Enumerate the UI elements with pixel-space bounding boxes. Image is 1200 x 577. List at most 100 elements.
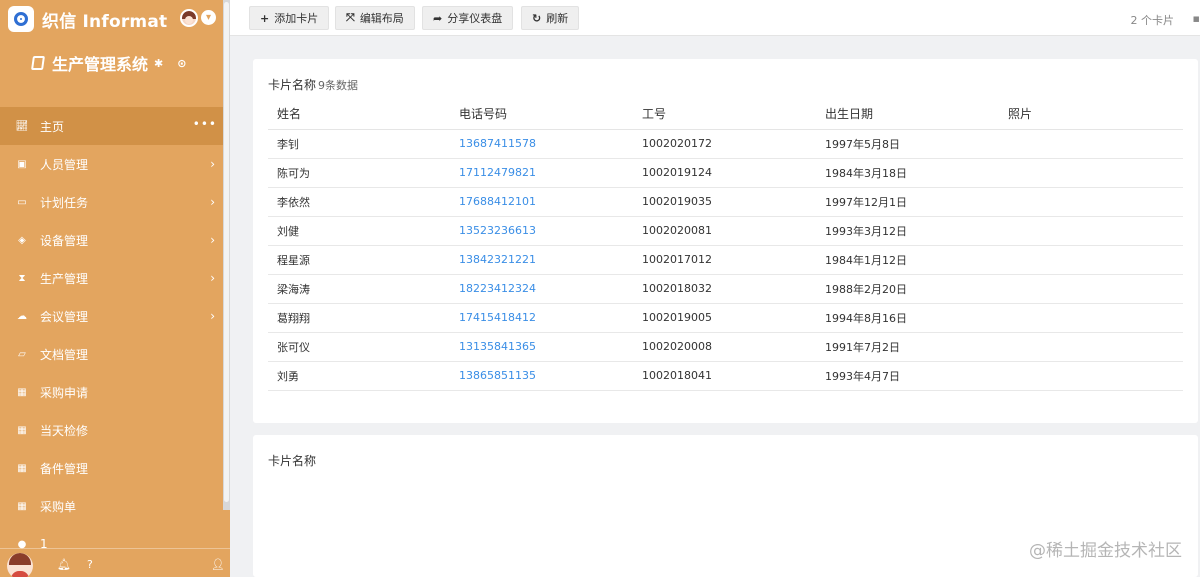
help-icon[interactable]: ?: [87, 558, 93, 571]
cell-photo: [999, 245, 1183, 275]
brand[interactable]: 织信 Informat: [8, 6, 167, 32]
sidebar-item[interactable]: ☁ 会议管理 ›: [0, 297, 223, 335]
table-row[interactable]: 梁海涛 18223412324 1002018032 1988年2月20日: [268, 274, 1183, 304]
table-row[interactable]: 程星源 13842321221 1002017012 1984年1月12日: [268, 245, 1183, 275]
sidebar-scrollbar[interactable]: [223, 0, 230, 510]
table-row[interactable]: 李钊 13687411578 1002020172 1997年5月8日: [268, 129, 1183, 159]
sidebar-item[interactable]: ▱ 文档管理: [0, 335, 223, 373]
sidebar-item[interactable]: 📈︎ 主页 •••: [0, 107, 223, 145]
chevron-right-icon[interactable]: ›: [210, 233, 215, 247]
cell-employee-id: 1002020081: [633, 216, 816, 246]
chevron-right-icon[interactable]: ›: [210, 309, 215, 323]
table-row[interactable]: 张可仪 13135841365 1002020008 1991年7月2日: [268, 332, 1183, 362]
table-row[interactable]: 李依然 17688412101 1002019035 1997年12月1日: [268, 187, 1183, 217]
sidebar-item-label: 人员管理: [40, 157, 89, 172]
cell-name: 刘健: [268, 216, 450, 246]
sidebar-item[interactable]: ▭ 计划任务 ›: [0, 183, 223, 221]
gear-icon[interactable]: ✱: [154, 57, 163, 70]
system-title[interactable]: 生产管理系统 ✱ ⊙: [31, 51, 186, 75]
cell-photo: [999, 129, 1183, 159]
cell-phone-link[interactable]: 13523236613: [450, 216, 633, 246]
sidebar-item-label: 备件管理: [40, 461, 89, 476]
brand-logo-icon: [8, 6, 34, 32]
column-header[interactable]: 照片: [999, 98, 1183, 130]
edit-layout-button[interactable]: ⤧ 编辑布局: [335, 6, 415, 30]
cell-name: 葛翔翔: [268, 303, 450, 333]
cell-phone-link[interactable]: 13135841365: [450, 332, 633, 362]
cell-birth-date: 1997年12月1日: [816, 187, 999, 217]
add-card-label: 添加卡片: [274, 12, 319, 25]
sidebar-item-label: 计划任务: [40, 195, 89, 210]
sidebar-item-label: 主页: [40, 119, 65, 134]
sidebar: 织信 Informat ▾ 生产管理系统 ✱ ⊙ 📈︎ 主页 ••• ▣ 人员管理 › ▭ 计…: [0, 0, 230, 577]
share-dashboard-button[interactable]: ➦ 分享仪表盘: [422, 6, 514, 30]
cell-name: 刘勇: [268, 361, 450, 391]
add-card-button[interactable]: + 添加卡片: [249, 6, 330, 30]
cell-name: 张可仪: [268, 332, 450, 362]
folder-open-icon: ▱: [18, 348, 26, 360]
cell-phone-link[interactable]: 13865851135: [450, 361, 633, 391]
cell-photo: [999, 303, 1183, 333]
cell-phone-link[interactable]: 13842321221: [450, 245, 633, 275]
refresh-icon: ↻: [532, 11, 542, 25]
profile-avatar[interactable]: [7, 553, 33, 577]
cell-birth-date: 1984年3月18日: [816, 158, 999, 188]
download-icon[interactable]: ▾: [201, 10, 216, 25]
data-table: 姓名 电话号码 工号 出生日期 照片 李钊 13687411578 10020201…: [268, 98, 1183, 391]
comment-icon[interactable]: ▪: [1193, 12, 1200, 25]
sidebar-item[interactable]: ▦ 备件管理: [0, 449, 223, 487]
cell-phone-link[interactable]: 17112479821: [450, 158, 633, 188]
cell-photo: [999, 332, 1183, 362]
table-row[interactable]: 葛翔翔 17415418412 1002019005 1994年8月16日: [268, 303, 1183, 333]
expand-icon: ⤧: [346, 11, 355, 24]
table-row[interactable]: 陈可为 17112479821 1002019124 1984年3月18日: [268, 158, 1183, 188]
book-icon: [31, 56, 45, 70]
line-chart-icon: 📈︎: [15, 120, 29, 132]
cell-name: 梁海涛: [268, 274, 450, 304]
chevron-right-icon[interactable]: ›: [210, 195, 215, 209]
sidebar-item[interactable]: ⧗ 生产管理 ›: [0, 259, 223, 297]
record-count: 9条数据: [318, 79, 358, 92]
column-header[interactable]: 姓名: [268, 98, 450, 130]
cell-phone-link[interactable]: 18223412324: [450, 274, 633, 304]
cell-employee-id: 1002020172: [633, 129, 816, 159]
cell-birth-date: 1991年7月2日: [816, 332, 999, 362]
plus-icon: +: [260, 11, 270, 25]
cell-phone-link[interactable]: 17688412101: [450, 187, 633, 217]
column-header[interactable]: 出生日期: [816, 98, 999, 130]
hourglass-icon: ⧗: [18, 272, 26, 284]
cell-photo: [999, 158, 1183, 188]
cell-phone-link[interactable]: 13687411578: [450, 129, 633, 159]
bell-icon[interactable]: 🔔︎: [57, 558, 71, 571]
cell-name: 陈可为: [268, 158, 450, 188]
sidebar-item-label: 会议管理: [40, 309, 89, 324]
sidebar-item-label: 当天检修: [40, 423, 89, 438]
more-icon[interactable]: •••: [193, 117, 217, 131]
table-row[interactable]: 刘健 13523236613 1002020081 1993年3月12日: [268, 216, 1183, 246]
sidebar-item[interactable]: ▣ 人员管理 ›: [0, 145, 223, 183]
share-icon: ➦: [433, 11, 443, 25]
add-user-icon[interactable]: 👤︎: [211, 558, 225, 571]
cell-employee-id: 1002018032: [633, 274, 816, 304]
sidebar-item[interactable]: ◈ 设备管理 ›: [0, 221, 223, 259]
circle-settings-icon[interactable]: ⊙: [177, 57, 186, 70]
sidebar-item-label: 采购单: [40, 499, 77, 514]
card-title: 卡片名称: [268, 78, 317, 92]
cell-photo: [999, 274, 1183, 304]
refresh-button[interactable]: ↻ 刷新: [521, 6, 580, 30]
card-count: 2 个卡片: [1130, 14, 1175, 27]
column-header[interactable]: 电话号码: [450, 98, 633, 130]
brand-name: 织信 Informat: [42, 11, 168, 32]
table-icon: ▦: [17, 424, 27, 436]
user-avatar-icon[interactable]: [180, 9, 198, 27]
chevron-right-icon[interactable]: ›: [210, 271, 215, 285]
sidebar-item[interactable]: ▦ 当天检修: [0, 411, 223, 449]
cell-phone-link[interactable]: 17415418412: [450, 303, 633, 333]
sidebar-item[interactable]: ▦ 采购申请: [0, 373, 223, 411]
column-header[interactable]: 工号: [633, 98, 816, 130]
chevron-right-icon[interactable]: ›: [210, 157, 215, 171]
sidebar-item[interactable]: ▦ 采购单: [0, 487, 223, 525]
cell-name: 李依然: [268, 187, 450, 217]
table-row[interactable]: 刘勇 13865851135 1002018041 1993年4月7日: [268, 361, 1183, 391]
cell-photo: [999, 361, 1183, 391]
